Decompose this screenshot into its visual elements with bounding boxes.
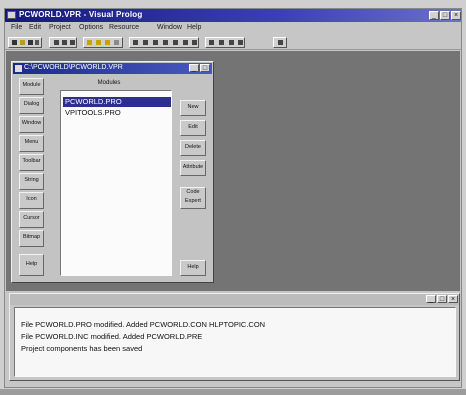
menu-file[interactable]: File [11,24,22,31]
window-button[interactable]: Window [19,116,44,133]
open-folder-icon [20,40,25,45]
main-window: PCWORLD.VPR - Visual Prolog _ □ × File E… [4,8,462,388]
tile-icon [219,40,224,45]
menu-options[interactable]: Options [79,24,103,31]
close-button[interactable]: × [451,11,461,20]
save-icon [28,40,33,45]
menu-button[interactable]: Menu [19,135,44,152]
bitmap-button[interactable]: Bitmap [19,230,44,247]
dialog-icon [133,40,138,45]
cut-icon [54,40,59,45]
menu-edit[interactable]: Edit [29,24,41,31]
window-list-icon [238,40,243,45]
messages-text-area[interactable]: File PCWORLD.PRO modified. Added PCWORLD… [14,307,456,377]
toolbar-file-group[interactable] [8,37,42,48]
project-minimize-button[interactable]: _ [189,64,199,72]
edit-button[interactable]: Edit [180,120,206,136]
cursor-button[interactable]: Cursor [19,211,44,228]
menu-bar: File Edit Project Options Resource Windo… [5,23,461,34]
code-expert-button[interactable]: Code Expert [180,187,206,209]
toolbar-window-group[interactable] [205,37,245,48]
dialog-button[interactable]: Dialog [19,97,44,114]
help-icon [278,40,283,45]
project-window: C:\PCWORLD\PCWORLD.VPR _ □ Module Dialog… [11,61,214,283]
messages-window: _ □ × File PCWORLD.PRO modified. Added P… [9,293,460,381]
new-file-icon [12,40,17,45]
messages-maximize-button[interactable]: □ [437,295,447,303]
menu-icon [153,40,158,45]
dropdown-arrow-icon [35,40,39,45]
help-button[interactable]: Help [180,260,206,276]
project-title-bar[interactable]: C:\PCWORLD\PCWORLD.VPR _ □ [13,63,212,74]
project-window-title: C:\PCWORLD\PCWORLD.VPR [24,64,123,71]
maximize-button[interactable]: □ [440,11,450,20]
menu-help[interactable]: Help [187,24,201,31]
modules-label: Modules [97,80,121,86]
list-item-selected[interactable]: PCWORLD.PRO [63,97,171,107]
icon-button[interactable]: Icon [19,192,44,209]
project-maximize-button[interactable]: □ [200,64,210,72]
messages-close-button[interactable]: × [448,295,458,303]
toolbar-build-group[interactable] [83,37,123,48]
message-line: Project components has been saved [21,344,143,353]
help-topic-button[interactable]: Help [19,254,44,276]
toolbar [5,35,461,50]
run-icon [114,40,119,45]
messages-minimize-button[interactable]: _ [426,295,436,303]
attribute-button[interactable]: Attribute [180,160,206,176]
window-title: PCWORLD.VPR - Visual Prolog [19,10,143,19]
menu-project[interactable]: Project [49,24,71,31]
make-icon [105,40,110,45]
new-button[interactable]: New [180,100,206,116]
toolbar-edit-group[interactable] [49,37,77,48]
list-item[interactable]: VPITOOLS.PRO [63,108,123,118]
paste-icon [70,40,75,45]
message-line: File PCWORLD.PRO modified. Added PCWORLD… [21,320,266,329]
modules-list[interactable]: PCWORLD.PRO VPITOOLS.PRO [60,90,172,276]
title-bar[interactable]: PCWORLD.VPR - Visual Prolog _ □ × [5,9,461,22]
project-window-icon[interactable] [15,65,22,72]
cascade-icon [209,40,214,45]
cursor-icon [192,40,197,45]
toolbar-help-button[interactable] [273,37,287,48]
mdi-workspace: C:\PCWORLD\PCWORLD.VPR _ □ Module Dialog… [6,51,460,291]
menu-resource[interactable]: Resource [109,24,139,31]
copy-icon [62,40,67,45]
messages-title-bar[interactable]: _ □ × [10,294,459,305]
string-button[interactable]: String [19,173,44,190]
toolbar-resource-group[interactable] [129,37,199,48]
desktop-edge [0,389,466,395]
module-button[interactable]: Module [19,78,44,95]
icon-editor-icon [183,40,188,45]
toolbar-button[interactable]: Toolbar [19,154,44,171]
arrange-icon [229,40,234,45]
toolbar-icon [163,40,168,45]
window-icon [143,40,148,45]
delete-button[interactable]: Delete [180,140,206,156]
compile-icon [87,40,92,45]
minimize-button[interactable]: _ [429,11,439,20]
message-line: File PCWORLD.INC modified. Added PCWORLD… [21,332,203,341]
app-icon[interactable] [7,11,16,19]
menu-window[interactable]: Window [157,24,182,31]
build-icon [96,40,101,45]
string-icon [173,40,178,45]
